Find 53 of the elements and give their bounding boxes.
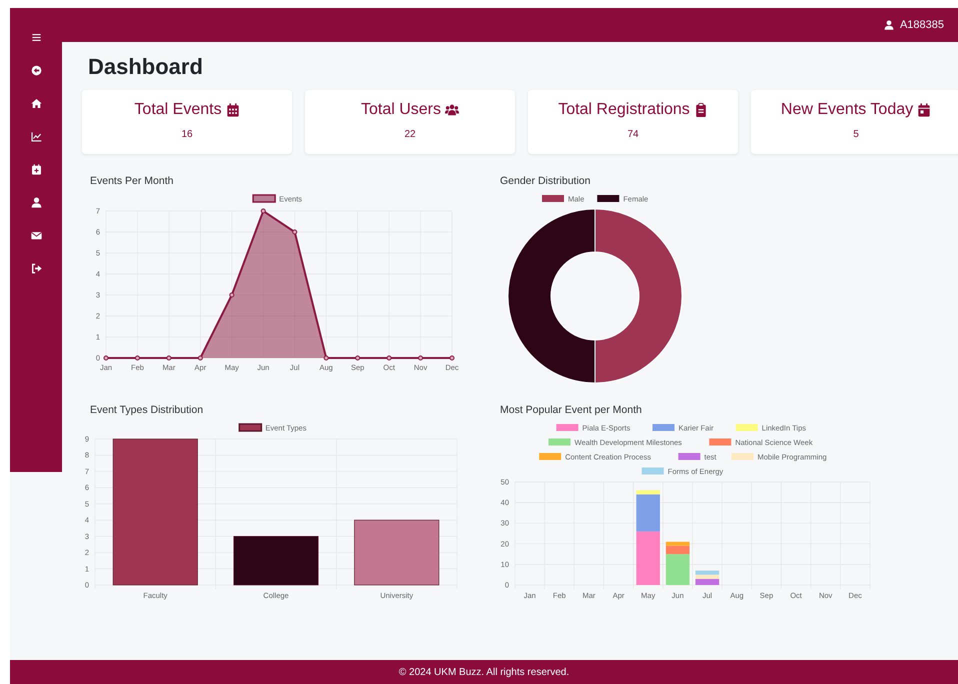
chart-title: Events Per Month bbox=[90, 174, 174, 190]
chart-title: Most Popular Event per Month bbox=[500, 403, 643, 418]
calendar-day-icon bbox=[917, 103, 932, 118]
legend-swatch bbox=[252, 194, 276, 204]
stat-value: 16 bbox=[181, 128, 193, 142]
menu-icon[interactable] bbox=[30, 32, 42, 43]
legend-swatch bbox=[542, 195, 564, 202]
stat-label: Total Users bbox=[360, 100, 442, 120]
data-point bbox=[355, 356, 360, 361]
calendar-plus-icon[interactable] bbox=[30, 164, 42, 175]
back-icon[interactable] bbox=[30, 65, 42, 76]
data-point bbox=[104, 356, 108, 361]
mail-icon[interactable] bbox=[30, 230, 42, 241]
legend-swatch bbox=[732, 453, 754, 460]
stat-label: Total Registrations bbox=[558, 100, 690, 120]
users-icon bbox=[445, 103, 460, 118]
legend-swatch bbox=[736, 424, 758, 432]
data-point bbox=[198, 356, 203, 361]
data-point bbox=[450, 356, 454, 361]
sign-out-icon[interactable] bbox=[30, 263, 42, 274]
legend-swatch bbox=[642, 468, 664, 475]
data-point bbox=[260, 208, 266, 214]
legend-swatch bbox=[652, 424, 674, 432]
legend-swatch bbox=[678, 453, 700, 460]
data-point bbox=[324, 356, 329, 361]
chart-title: Gender Distribution bbox=[500, 174, 592, 190]
home-icon[interactable] bbox=[30, 98, 42, 109]
legend-swatch bbox=[556, 424, 578, 432]
data-point bbox=[292, 230, 298, 235]
legend-swatch bbox=[539, 453, 562, 460]
chart-title: Event Types Distribution bbox=[90, 403, 204, 418]
user-icon bbox=[884, 20, 894, 30]
chart-icon[interactable] bbox=[30, 131, 42, 142]
page-title: Dashboard bbox=[88, 54, 204, 80]
data-point bbox=[386, 356, 392, 361]
legend-swatch bbox=[548, 438, 570, 446]
data-point bbox=[418, 356, 424, 361]
username[interactable]: A188385 bbox=[900, 16, 944, 34]
user-icon[interactable] bbox=[30, 197, 42, 208]
data-point bbox=[229, 292, 234, 298]
stat-value: 74 bbox=[627, 128, 639, 142]
clipboard-icon bbox=[694, 103, 708, 118]
stat-value: 22 bbox=[404, 128, 416, 142]
footer-text: © 2024 UKM Buzz. All rights reserved. bbox=[398, 666, 570, 680]
legend-swatch bbox=[238, 424, 262, 432]
data-point bbox=[166, 356, 172, 361]
stat-value: 5 bbox=[853, 128, 859, 142]
stat-label: Total Events bbox=[134, 100, 222, 120]
legend-swatch bbox=[709, 438, 732, 446]
stat-label: New Events Today bbox=[780, 100, 914, 120]
data-point bbox=[134, 356, 140, 361]
calendar-icon bbox=[226, 103, 240, 118]
legend-swatch bbox=[597, 195, 620, 202]
